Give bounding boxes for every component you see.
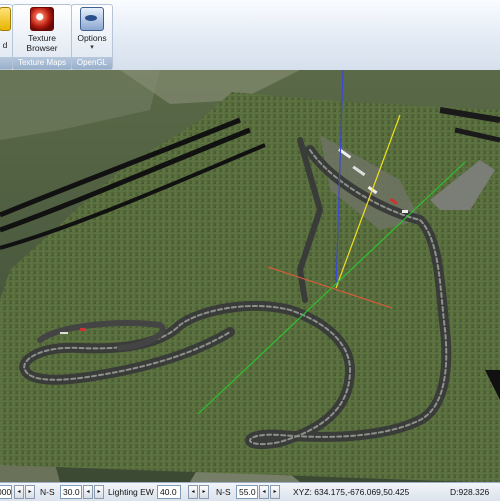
ribbon-group-opengl: Options ▾ OpenGL xyxy=(71,4,113,70)
distance-readout: D:928.326 xyxy=(450,487,490,497)
ribbon-group-texture-maps: Texture Browser Texture Maps xyxy=(12,4,72,70)
ns-value-field-1[interactable]: 30.0 xyxy=(60,485,82,499)
texture-browser-button[interactable]: Texture Browser xyxy=(17,7,67,53)
decrement-arrow-icon[interactable]: ◂ xyxy=(14,485,24,499)
ns-decrement-arrow-icon[interactable]: ◂ xyxy=(83,485,93,499)
ns-label-1: N-S xyxy=(40,487,55,497)
texture-browser-icon xyxy=(30,7,54,31)
lighting-ew-field[interactable]: 40.0 xyxy=(157,485,181,499)
options-button[interactable]: Options ▾ xyxy=(74,7,110,53)
ns2-increment-arrow-icon[interactable]: ▸ xyxy=(270,485,280,499)
first-value-field[interactable]: 000 xyxy=(0,485,12,499)
opengl-options-icon xyxy=(80,7,104,31)
increment-arrow-icon[interactable]: ▸ xyxy=(25,485,35,499)
ns-label-2: N-S xyxy=(216,487,231,497)
ns-increment-arrow-icon[interactable]: ▸ xyxy=(94,485,104,499)
partial-button-icon xyxy=(0,7,11,31)
texture-browser-label-line2: Browser xyxy=(26,43,58,53)
terrain-render[interactable] xyxy=(0,70,500,482)
ns-value-field-2[interactable]: 55.0 xyxy=(236,485,258,499)
ribbon-group-label-opengl: OpenGL xyxy=(72,57,112,69)
ribbon-group-label-partial xyxy=(0,57,12,69)
xyz-readout: XYZ: 634.175,-676.069,50.425 xyxy=(293,487,410,497)
terrain-3d-viewport[interactable] xyxy=(0,70,500,482)
lighting-decrement-arrow-icon[interactable]: ◂ xyxy=(188,485,198,499)
partial-button-label: d xyxy=(2,40,8,50)
lighting-ew-label: Lighting EW xyxy=(108,487,154,497)
options-label: Options xyxy=(77,33,107,43)
ribbon-group-label-texture-maps: Texture Maps xyxy=(13,57,71,69)
status-bar: 000 ◂ ▸ N-S 30.0 ◂ ▸ Lighting EW 40.0 ◂ … xyxy=(0,482,500,501)
chevron-down-icon: ▾ xyxy=(90,44,94,51)
ns2-decrement-arrow-icon[interactable]: ◂ xyxy=(259,485,269,499)
ribbon-toolbar: d Texture Browser Texture Maps Options ▾… xyxy=(0,0,500,71)
partial-button[interactable]: d xyxy=(0,7,11,50)
texture-browser-label-line1: Texture xyxy=(28,33,56,43)
lighting-increment-arrow-icon[interactable]: ▸ xyxy=(199,485,209,499)
